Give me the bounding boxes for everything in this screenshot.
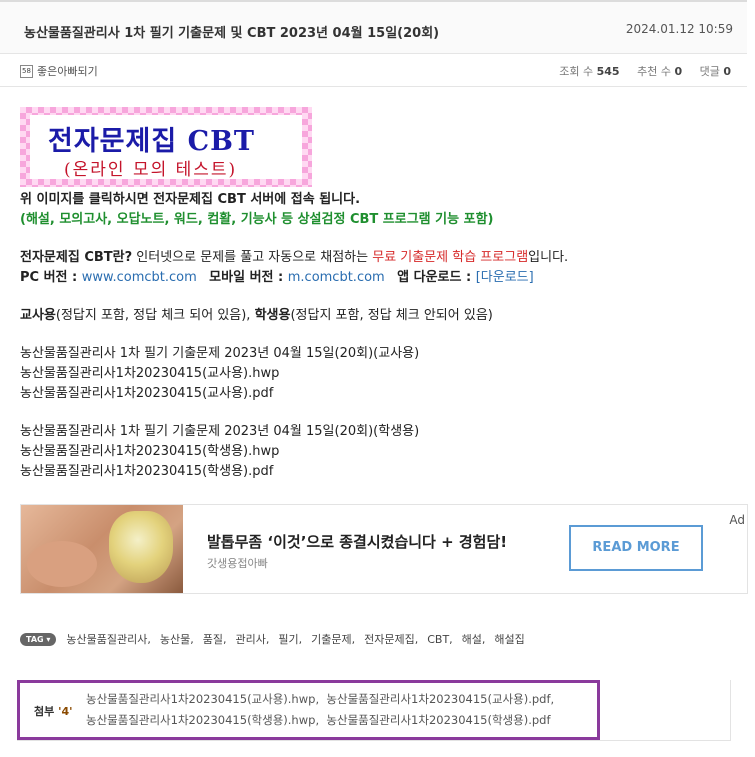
- recommend-count: 0: [674, 65, 683, 78]
- student-text: (정답지 포함, 정답 체크 안되어 있음): [290, 308, 493, 323]
- comments-stat[interactable]: 댓글 0: [700, 65, 731, 78]
- post-date: 2024.01.12 10:59: [625, 22, 733, 36]
- teacher-heading: 농산물품질관리사 1차 필기 기출문제 2023년 04월 15일(20회)(교…: [20, 346, 420, 361]
- divider: [17, 740, 731, 741]
- tag-separator: ,: [223, 632, 227, 646]
- tag-item[interactable]: 해설집: [494, 631, 524, 647]
- tag-separator: ,: [481, 632, 486, 646]
- attachment-box: 첨부 '4' 농산물품질관리사1차20230415(교사용).hwp, 농산물품…: [17, 680, 600, 740]
- attachment-count: '4': [58, 705, 73, 718]
- app-download-link[interactable]: [다운로드]: [476, 270, 534, 285]
- tag-list: TAG ▾ 농산물품질관리사, 농산물, 품질, 관리사, 필기, 기출문제, …: [20, 630, 740, 648]
- blog-name[interactable]: 좋은아빠되기: [37, 63, 98, 79]
- tag-badge: TAG ▾: [20, 632, 57, 646]
- comments-label: 댓글: [699, 65, 720, 78]
- banner-subtitle: (온라인 모의 테스트): [64, 160, 238, 180]
- intro-highlight: 무료 기출문제 학습 프로그램: [372, 250, 529, 265]
- intro-text: 인터넷으로 문제를 풀고 자동으로 채점하는: [132, 250, 373, 265]
- post-meta-bar: 58 좋은아빠되기 조회 수 545 추천 수 0 댓글 0: [0, 55, 747, 87]
- pc-link[interactable]: www.comcbt.com: [82, 270, 197, 285]
- ad-foot-image[interactable]: [21, 505, 183, 593]
- tag-separator: ,: [147, 632, 151, 646]
- links-line: PC 버전 : www.comcbt.com 모바일 버전 : m.comcbt…: [20, 268, 740, 288]
- views-stat: 조회 수 545: [559, 65, 619, 78]
- divider: [730, 680, 731, 740]
- intro-line: 전자문제집 CBT란? 인터넷으로 문제를 풀고 자동으로 채점하는 무료 기출…: [20, 248, 740, 268]
- attachment-file[interactable]: 농산물품질관리사1차20230415(학생용).hwp: [86, 713, 315, 727]
- mobile-label: 모바일 버전 :: [209, 270, 288, 285]
- click-notice: 위 이미지를 클릭하시면 전자문제집 CBT 서버에 접속 됩니다.: [20, 190, 740, 210]
- read-more-button[interactable]: READ MORE: [569, 525, 703, 571]
- toenail-shape: [109, 511, 173, 583]
- attachment-label: 첨부 '4': [34, 703, 72, 719]
- post-header: 농산물품질관리사 1차 필기 기출문제 및 CBT 2023년 04월 15일(…: [0, 0, 747, 54]
- recommend-label: 추천 수: [637, 65, 671, 78]
- comments-count: 0: [723, 65, 731, 78]
- usage-line: 교사용(정답지 포함, 정답 체크 되어 있음), 학생용(정답지 포함, 정답…: [20, 306, 740, 326]
- tag-item[interactable]: CBT: [427, 633, 449, 646]
- tag-item[interactable]: 필기: [278, 631, 298, 647]
- tag-item[interactable]: 농산물품질관리사: [66, 631, 147, 647]
- ad-title[interactable]: 발톱무좀 ‘이것’으로 종결시켰습니다 + 경험담!: [207, 531, 507, 552]
- views-count: 545: [596, 65, 620, 78]
- features-line: (해설, 모의고사, 오답노트, 워드, 컴활, 기능사 등 상설검정 CBT …: [20, 212, 494, 227]
- app-label: 앱 다운로드 :: [397, 270, 476, 285]
- ad-source: 갓생용접아빠: [207, 557, 268, 570]
- tag-separator: ,: [298, 632, 303, 646]
- teacher-text: (정답지 포함, 정답 체크 되어 있음),: [55, 308, 255, 323]
- attachment-label-text: 첨부: [34, 705, 55, 718]
- tag-item[interactable]: 기출문제: [311, 631, 351, 647]
- pc-label: PC 버전 :: [20, 270, 82, 285]
- attachment-file[interactable]: 농산물품질관리사1차20230415(교사용).hwp: [86, 692, 315, 706]
- intro-end: 입니다.: [528, 250, 569, 265]
- student-heading: 농산물품질관리사 1차 필기 기출문제 2023년 04월 15일(20회)(학…: [20, 424, 420, 439]
- mobile-link[interactable]: m.comcbt.com: [288, 270, 385, 285]
- tag-separator: ,: [449, 632, 453, 646]
- banner-inner: 전자문제집 CBT (온라인 모의 테스트): [30, 115, 302, 180]
- student-file-hwp: 농산물품질관리사1차20230415(학생용).hwp: [20, 444, 280, 459]
- post-stats: 조회 수 545 추천 수 0 댓글 0: [545, 63, 731, 79]
- blog-icon: 58: [20, 64, 33, 78]
- intro-bold: 전자문제집 CBT란?: [20, 250, 133, 265]
- post-title[interactable]: 농산물품질관리사 1차 필기 기출문제 및 CBT 2023년 04월 15일(…: [24, 22, 439, 41]
- attachment-file[interactable]: 농산물품질관리사1차20230415(교사용).pdf: [326, 692, 550, 706]
- banner-title: 전자문제집 CBT: [48, 126, 256, 157]
- cbt-banner-image[interactable]: 전자문제집 CBT (온라인 모의 테스트): [20, 107, 312, 187]
- teacher-bold: 교사용: [20, 308, 56, 323]
- attachment-file[interactable]: 농산물품질관리사1차20230415(학생용).pdf: [326, 713, 550, 727]
- tag-separator: ,: [414, 632, 419, 646]
- views-label: 조회 수: [559, 65, 594, 78]
- toe-shape: [27, 541, 97, 587]
- recommend-stat: 추천 수 0: [637, 65, 682, 78]
- teacher-file-pdf: 농산물품질관리사1차20230415(교사용).pdf: [20, 386, 274, 401]
- tag-item[interactable]: 해설: [462, 631, 482, 647]
- tag-item[interactable]: 전자문제집: [364, 631, 415, 647]
- teacher-file-hwp: 농산물품질관리사1차20230415(교사용).hwp: [20, 366, 280, 381]
- ad-marker[interactable]: Ad: [729, 513, 745, 527]
- attachment-row: 농산물품질관리사1차20230415(교사용).hwp, 농산물품질관리사1차2…: [86, 692, 555, 706]
- tag-item[interactable]: 농산물: [160, 631, 190, 647]
- tag-item[interactable]: 관리사: [236, 631, 266, 647]
- post-body: 위 이미지를 클릭하시면 전자문제집 CBT 서버에 접속 됩니다. (해설, …: [20, 190, 740, 482]
- tag-separator: ,: [190, 632, 194, 646]
- attachment-row: 농산물품질관리사1차20230415(학생용).hwp, 농산물품질관리사1차2…: [86, 713, 551, 727]
- tag-separator: ,: [351, 632, 356, 646]
- student-bold: 학생용: [254, 308, 291, 323]
- click-notice-text: 위 이미지를 클릭하시면 전자문제집 CBT 서버에 접속 됩니다.: [20, 192, 361, 207]
- blog-link[interactable]: 58 좋은아빠되기: [20, 63, 98, 79]
- ad-card[interactable]: 발톱무좀 ‘이것’으로 종결시켰습니다 + 경험담! 갓생용접아빠 READ M…: [20, 504, 748, 594]
- attachment-files: 농산물품질관리사1차20230415(교사용).hwp, 농산물품질관리사1차2…: [86, 689, 554, 731]
- student-file-pdf: 농산물품질관리사1차20230415(학생용).pdf: [20, 464, 274, 479]
- tag-separator: ,: [265, 632, 270, 646]
- tag-item[interactable]: 품질: [203, 631, 223, 647]
